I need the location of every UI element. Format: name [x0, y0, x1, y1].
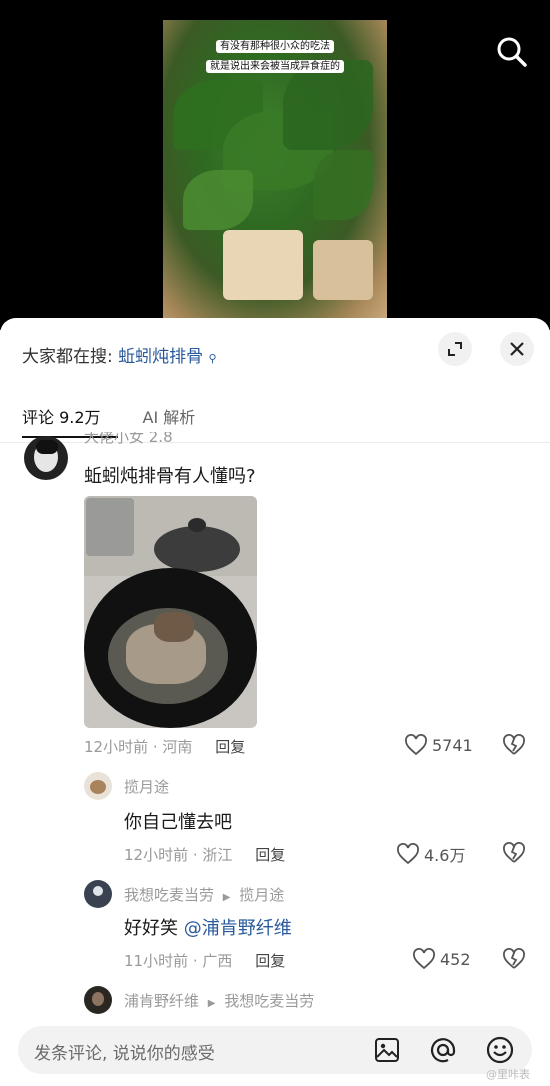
reply-username-line: 浦肯野纤维 ▶ 我想吃麦当劳: [124, 990, 314, 1011]
hot-search-prefix: 大家都在搜:: [22, 347, 113, 367]
comment-photo[interactable]: [84, 496, 257, 728]
comment-meta: 12小时前 · 河南 回复: [84, 736, 245, 757]
reply-username[interactable]: 揽月途: [124, 776, 169, 797]
divider: [0, 442, 550, 443]
reply-text-body: 好好笑: [124, 918, 178, 939]
avatar[interactable]: [84, 880, 112, 908]
video-player[interactable]: 有没有那种很小众的吃法 就是说出来会被当成异食症的: [0, 0, 550, 330]
like-button[interactable]: 452: [412, 948, 471, 970]
comment-text: 蚯蚓炖排骨有人懂吗?: [84, 466, 256, 487]
reply-button[interactable]: 回复: [215, 738, 245, 756]
avatar[interactable]: [84, 772, 112, 800]
broken-heart-icon: [503, 948, 525, 969]
like-button[interactable]: 5741: [404, 734, 473, 756]
close-button[interactable]: [500, 332, 534, 366]
video-caption-line1: 有没有那种很小众的吃法: [163, 37, 387, 53]
comment-input[interactable]: 发条评论, 说说你的感受: [18, 1026, 532, 1074]
dislike-button[interactable]: [502, 842, 526, 864]
search-button[interactable]: [494, 34, 530, 70]
like-count: 452: [440, 949, 471, 969]
watermark: @里咔表: [486, 1068, 530, 1081]
search-icon: [497, 37, 527, 67]
emoji-icon[interactable]: [486, 1036, 514, 1064]
hot-search-bar[interactable]: 大家都在搜: 蚯蚓炖排骨 ⚲: [22, 342, 217, 367]
reply-button[interactable]: 回复: [255, 846, 285, 864]
mention-link[interactable]: @浦肯野纤维: [184, 918, 292, 939]
expand-button[interactable]: [438, 332, 472, 366]
image-icon[interactable]: [374, 1037, 400, 1063]
like-count: 5741: [432, 735, 473, 755]
avatar[interactable]: [84, 986, 112, 1014]
tab-ai-analysis[interactable]: AI 解析: [143, 404, 196, 428]
reply-meta: 12小时前 · 浙江 回复: [124, 844, 285, 865]
reply-meta: 11小时前 · 广西 回复: [124, 950, 285, 971]
reply-username[interactable]: 浦肯野纤维: [124, 992, 199, 1010]
heart-icon: [413, 948, 435, 970]
dislike-button[interactable]: [502, 734, 526, 756]
reply-arrow-icon: ▶: [207, 998, 216, 1009]
avatar[interactable]: [24, 436, 68, 480]
heart-icon: [405, 734, 427, 756]
heart-icon: [397, 843, 419, 865]
hot-search-term[interactable]: 蚯蚓炖排骨: [118, 347, 203, 367]
comment-sheet: 大家都在搜: 蚯蚓炖排骨 ⚲ 评论 9.2万 AI 解析 大佬小女 2.8 蚯蚓…: [0, 318, 550, 1086]
reply-username-line: 我想吃麦当劳 ▶ 揽月途: [124, 884, 284, 905]
reply-text: 好好笑 @浦肯野纤维: [124, 914, 292, 940]
broken-heart-icon: [503, 842, 525, 863]
reply-username[interactable]: 我想吃麦当劳: [124, 886, 214, 904]
reply-to-username[interactable]: 我想吃麦当劳: [224, 992, 314, 1010]
reply-button[interactable]: 回复: [255, 952, 285, 970]
like-count: 4.6万: [424, 846, 466, 865]
like-button[interactable]: 4.6万: [396, 842, 465, 866]
mention-icon[interactable]: [430, 1037, 456, 1063]
reply-to-username[interactable]: 揽月途: [239, 886, 284, 904]
reply-arrow-icon: ▶: [222, 892, 231, 903]
search-small-icon: ⚲: [208, 352, 217, 365]
close-icon: [510, 342, 524, 356]
reply-text: 你自己懂去吧: [124, 812, 232, 833]
reply-time-location: 11小时前 · 广西: [124, 952, 233, 970]
video-frame[interactable]: 有没有那种很小众的吃法 就是说出来会被当成异食症的: [163, 20, 387, 320]
broken-heart-icon: [503, 734, 525, 755]
comment-input-placeholder: 发条评论, 说说你的感受: [34, 1044, 215, 1064]
reply-time-location: 12小时前 · 浙江: [124, 846, 233, 864]
tab-bar: 评论 9.2万 AI 解析: [22, 404, 195, 428]
dislike-button[interactable]: [502, 948, 526, 970]
comment-time-location: 12小时前 · 河南: [84, 738, 193, 756]
video-caption-line2: 就是说出来会被当成异食症的: [163, 57, 387, 73]
comment-username-partial[interactable]: 大佬小女 2.8: [84, 432, 173, 444]
tab-comments[interactable]: 评论 9.2万: [22, 404, 101, 428]
expand-icon: [448, 342, 462, 356]
